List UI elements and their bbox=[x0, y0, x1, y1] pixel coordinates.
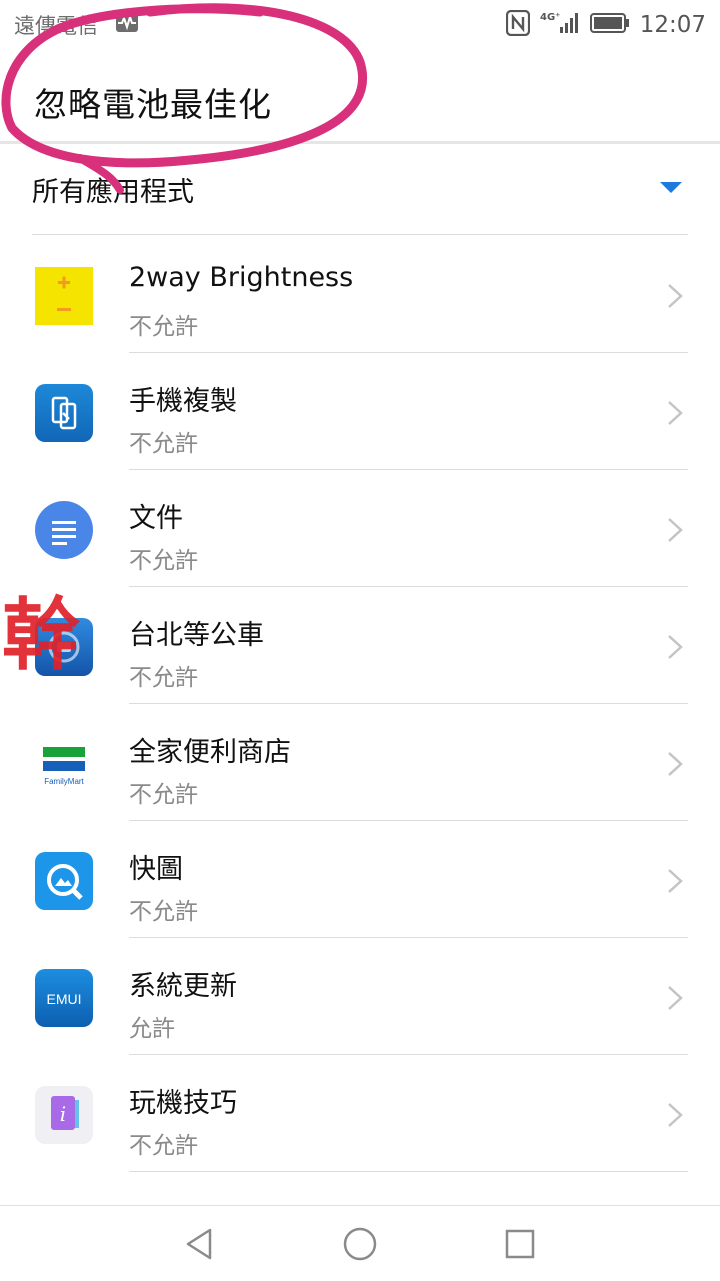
app-status: 不允許 bbox=[129, 899, 198, 925]
app-name: 快圖 bbox=[129, 854, 183, 885]
app-name: 2way Brightness bbox=[129, 262, 354, 293]
list-item[interactable]: 快圖 不允許 bbox=[0, 821, 720, 938]
app-name: 手機複製 bbox=[129, 386, 237, 417]
bus-icon bbox=[35, 618, 93, 676]
app-name: 全家便利商店 bbox=[129, 737, 291, 768]
list-item[interactable]: i 玩機技巧 不允許 bbox=[0, 1055, 720, 1172]
app-status: 不允許 bbox=[129, 665, 198, 691]
app-status: 不允許 bbox=[129, 314, 198, 340]
navigation-bar bbox=[0, 1205, 720, 1281]
activity-icon bbox=[116, 12, 138, 32]
battery-icon bbox=[589, 12, 630, 38]
list-item[interactable]: 台北等公車 不允許 bbox=[0, 587, 720, 704]
app-status: 不允許 bbox=[129, 431, 198, 457]
svg-text:i: i bbox=[60, 1102, 66, 1126]
chevron-right-icon bbox=[668, 401, 683, 425]
list-item[interactable]: 2way Brightness 不允許 bbox=[0, 236, 720, 353]
app-status: 不允許 bbox=[129, 782, 198, 808]
carrier-name: 遠傳電信 bbox=[14, 14, 98, 38]
app-name: 玩機技巧 bbox=[129, 1088, 237, 1119]
signal-icon: 4G⁺ bbox=[540, 10, 580, 40]
app-status: 不允許 bbox=[129, 548, 198, 574]
back-icon[interactable] bbox=[180, 1224, 220, 1264]
app-status: 允許 bbox=[129, 1016, 175, 1042]
docs-icon bbox=[35, 501, 93, 559]
svg-text:EMUI: EMUI bbox=[47, 991, 82, 1007]
dropdown-arrow-icon bbox=[660, 182, 682, 193]
app-name: 系統更新 bbox=[129, 971, 237, 1002]
recents-icon[interactable] bbox=[500, 1224, 540, 1264]
chevron-right-icon bbox=[668, 635, 683, 659]
app-status: 不允許 bbox=[129, 1133, 198, 1159]
brightness-icon bbox=[35, 267, 93, 325]
app-name: 文件 bbox=[129, 503, 183, 534]
chevron-right-icon bbox=[668, 752, 683, 776]
emui-icon: EMUI bbox=[35, 969, 93, 1027]
page-title: 忽略電池最佳化 bbox=[34, 85, 272, 124]
list-item[interactable]: FamilyMart 全家便利商店 不允許 bbox=[0, 704, 720, 821]
tips-icon: i bbox=[35, 1086, 93, 1144]
app-filter-dropdown[interactable]: 所有應用程式 bbox=[32, 160, 688, 234]
filter-label: 所有應用程式 bbox=[32, 177, 194, 208]
clock: 12:07 bbox=[639, 12, 706, 38]
list-item[interactable]: 文件 不允許 bbox=[0, 470, 720, 587]
chevron-right-icon bbox=[668, 986, 683, 1010]
list-item[interactable]: 手機複製 不允許 bbox=[0, 353, 720, 470]
status-bar: 遠傳電信 4G⁺ 12:07 bbox=[0, 0, 720, 50]
chevron-right-icon bbox=[668, 284, 683, 308]
nfc-icon bbox=[505, 9, 530, 40]
svg-text:FamilyMart: FamilyMart bbox=[44, 777, 84, 786]
chevron-right-icon bbox=[668, 518, 683, 542]
svg-text:4G⁺: 4G⁺ bbox=[540, 12, 560, 23]
list-item[interactable]: EMUI 系統更新 允許 bbox=[0, 938, 720, 1055]
app-name: 台北等公車 bbox=[129, 620, 264, 651]
filter-divider bbox=[32, 234, 688, 235]
familymart-icon: FamilyMart bbox=[35, 735, 93, 793]
app-list: 2way Brightness 不允許 手機複製 不允許 文件 不允許 台北等公… bbox=[0, 236, 720, 1172]
chevron-right-icon bbox=[668, 869, 683, 893]
quickpic-icon bbox=[35, 852, 93, 910]
header-divider bbox=[0, 141, 720, 144]
home-icon[interactable] bbox=[340, 1224, 380, 1264]
chevron-right-icon bbox=[668, 1103, 683, 1127]
phone-clone-icon bbox=[35, 384, 93, 442]
